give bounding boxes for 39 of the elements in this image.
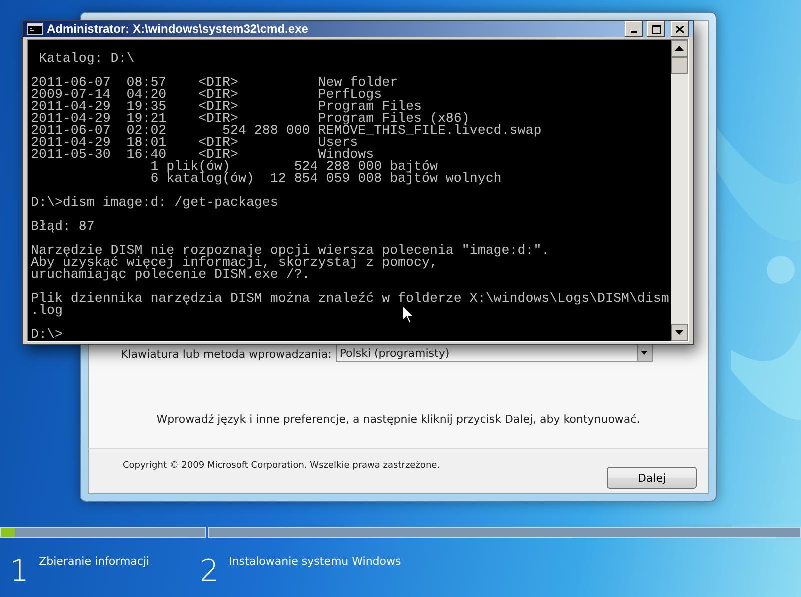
console-line: 2011-04-29 19:35 <DIR> Program Files xyxy=(30,101,422,113)
pointer-icon xyxy=(402,305,414,324)
console-line: 1 plik(ów) 524 288 000 bajtów xyxy=(150,161,438,173)
console-icon xyxy=(27,23,43,35)
keyboard-dropdown[interactable]: Polski (programisty) xyxy=(336,344,653,362)
instruction-text: Wprowadź język i inne preferencje, a następnie kliknij przycisk Dalej, aby kontynuować. xyxy=(156,413,642,426)
step-label: Instalowanie systemu Windows xyxy=(229,555,402,570)
console-line: 2009-07-14 04:20 <DIR> PerfLogs xyxy=(30,89,382,101)
console-line: Narzędzie DISM nie rozpoznaje opcji wiersza polecenia "image:d:". xyxy=(30,245,550,257)
step-number: 1 xyxy=(10,555,30,589)
console-line: Aby uzyskać więcej informacji, skorzystaj z pomocy, xyxy=(30,257,438,269)
step-number: 2 xyxy=(200,555,220,589)
scroll-down-icon[interactable] xyxy=(671,324,688,341)
next-button[interactable]: Dalej xyxy=(607,467,697,489)
scroll-thumb[interactable] xyxy=(671,57,688,74)
scroll-up-icon[interactable] xyxy=(671,40,688,57)
console-line: 2011-04-29 18:01 <DIR> Users xyxy=(30,137,358,149)
maximize-button[interactable] xyxy=(647,21,665,37)
scrollbar[interactable] xyxy=(671,40,688,341)
console-line: Katalog: D:\ xyxy=(38,53,135,65)
window-title: Administrator: X:\windows\system32\cmd.exe xyxy=(47,22,310,36)
console-line: D:\> xyxy=(30,329,63,341)
console-line: .log xyxy=(30,305,63,317)
console-line: 2011-06-07 02:02 524 288 000 REMOVE_THIS_FILE.livecd.swap xyxy=(30,125,542,137)
keyboard-label: Klawiatura lub metoda wprowadzania: xyxy=(121,348,332,362)
copyright-text: Copyright © 2009 Microsoft Corporation. Wszelkie prawa zastrzeżone. xyxy=(123,461,440,471)
console-line: Plik dziennika narzędzia DISM można znaleźć w folderze X:\windows\Logs\DISM\dism xyxy=(30,293,670,305)
close-icon xyxy=(676,26,684,32)
maximize-icon xyxy=(652,24,660,34)
console-line: 6 katalog(ów) 12 854 059 008 bajtów wolnych xyxy=(150,173,502,185)
console-line: uruchamiając polecenie DISM.exe /?. xyxy=(30,269,310,281)
close-button[interactable] xyxy=(671,21,689,37)
console-line: Błąd: 87 xyxy=(30,221,95,233)
console-line: 2011-06-07 08:57 <DIR> New folder xyxy=(30,77,398,89)
console-line: 2011-04-29 19:21 <DIR> Program Files (x86) xyxy=(30,113,470,125)
step-label: Zbieranie informacji xyxy=(39,555,150,570)
console-line: 2011-05-30 16:40 <DIR> Windows xyxy=(30,149,374,161)
minimize-button[interactable] xyxy=(625,21,643,37)
console-line: D:\>dism image:d: /get-packages xyxy=(30,197,278,209)
